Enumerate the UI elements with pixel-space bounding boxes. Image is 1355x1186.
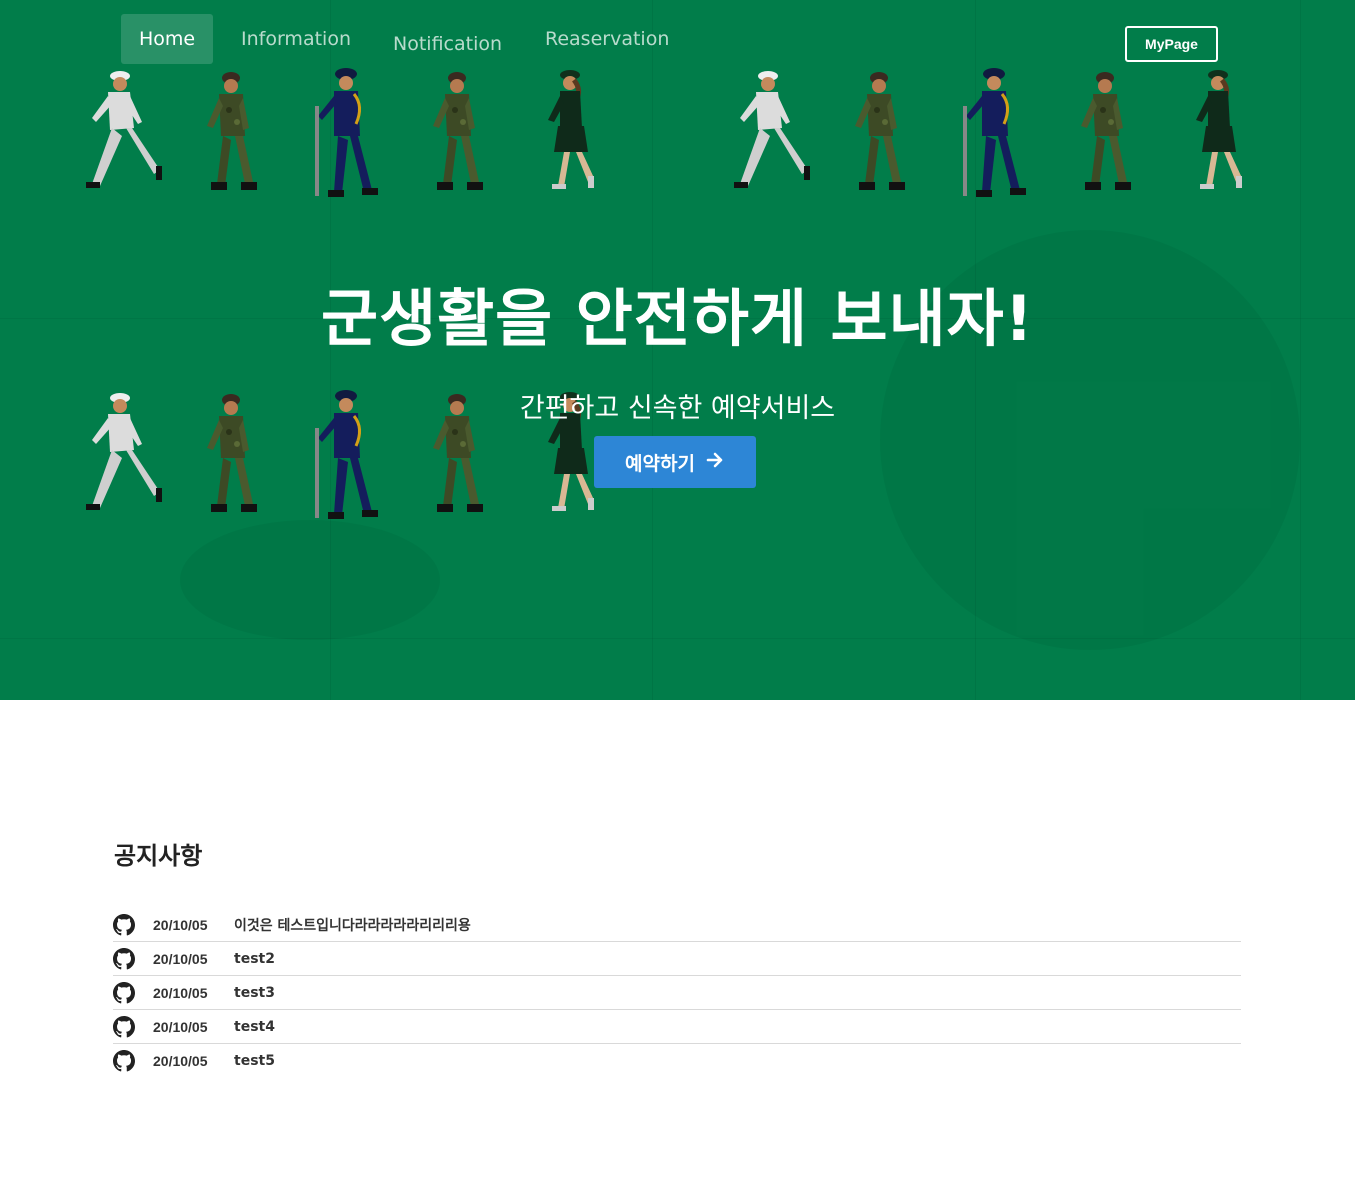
notice-row[interactable]: 20/10/05 test3: [113, 976, 1241, 1010]
reserve-button-label: 예약하기: [625, 452, 695, 475]
github-icon: [113, 947, 135, 970]
notice-row[interactable]: 20/10/05 test5: [113, 1044, 1241, 1078]
female-officer-figure: [1172, 66, 1262, 201]
github-icon: [113, 1050, 135, 1072]
navy-sailor-figure: [72, 66, 162, 201]
nav-information[interactable]: Information: [223, 14, 369, 64]
arrow-right-icon: [705, 450, 725, 475]
notice-text[interactable]: test2: [234, 951, 275, 967]
mypage-button[interactable]: MyPage: [1125, 26, 1218, 62]
army-soldier-figure: [185, 66, 275, 201]
github-icon: [113, 913, 135, 936]
naval-officer-figure: [298, 66, 388, 201]
notice-date: 20/10/05: [153, 916, 208, 933]
hero-title: 군생활을 안전하게 보내자!: [321, 282, 1034, 355]
notice-date: 20/10/05: [153, 1053, 208, 1069]
army-soldier-figure: [411, 66, 501, 201]
github-icon: [113, 981, 135, 1004]
notice-date: 20/10/05: [153, 1018, 208, 1035]
notice-date: 20/10/05: [153, 984, 208, 1001]
top-navigation: Home Information Notification Reaservati…: [0, 0, 1355, 70]
notice-section-title: 공지사항: [114, 842, 203, 870]
notice-text[interactable]: test5: [234, 1053, 275, 1069]
nav-reservation[interactable]: Reaservation: [527, 14, 687, 64]
notice-row[interactable]: 20/10/05 test4: [113, 1010, 1241, 1044]
navy-sailor-figure: [720, 66, 810, 201]
notice-text[interactable]: 이것은 테스트입니다라라라라라리리리용: [234, 915, 471, 935]
notice-row[interactable]: 20/10/05 이것은 테스트입니다라라라라라리리리용: [113, 908, 1241, 942]
notice-text[interactable]: test3: [234, 985, 275, 1001]
notice-list: 20/10/05 이것은 테스트입니다라라라라라리리리용 20/10/05 te…: [113, 908, 1241, 1078]
naval-officer-figure: [946, 66, 1036, 201]
hero-subtitle: 간편하고 신속한 예약서비스: [519, 393, 836, 424]
reserve-button[interactable]: 예약하기: [594, 436, 756, 488]
nav-home[interactable]: Home: [121, 14, 214, 64]
female-officer-figure: [524, 66, 614, 201]
github-icon: [113, 1015, 135, 1038]
nav-notification[interactable]: Notification: [375, 19, 520, 69]
army-soldier-figure: [833, 66, 923, 201]
notice-row[interactable]: 20/10/05 test2: [113, 942, 1241, 976]
army-soldier-figure: [1059, 66, 1149, 201]
notice-date: 20/10/05: [153, 950, 208, 967]
hero-banner: Home Information Notification Reaservati…: [0, 0, 1355, 700]
notice-text[interactable]: test4: [234, 1019, 275, 1035]
